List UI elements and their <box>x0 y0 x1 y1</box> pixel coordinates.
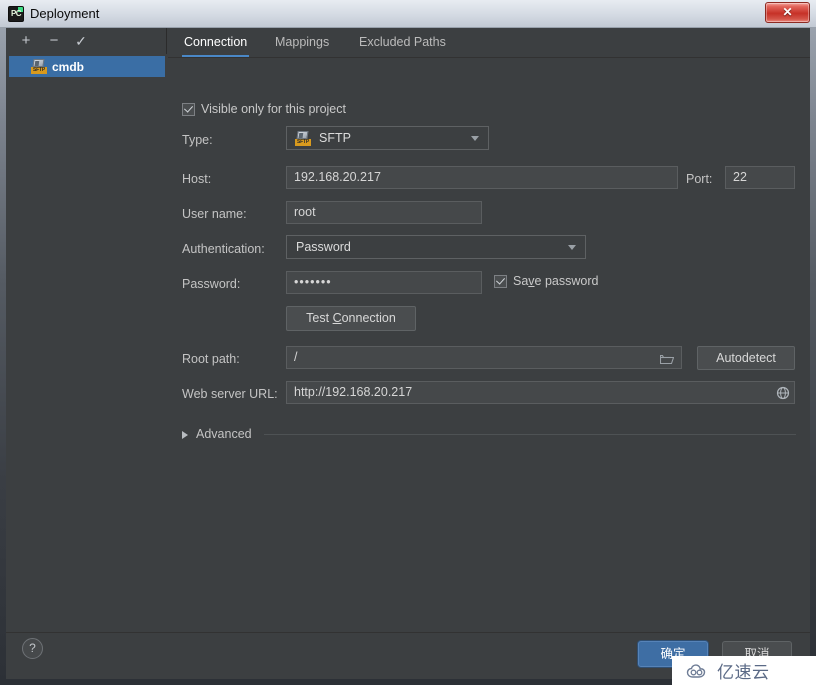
authentication-select[interactable]: Password <box>286 235 586 259</box>
user-name-label: User name: <box>182 207 247 221</box>
sidebar-item-label: cmdb <box>52 59 85 74</box>
port-input[interactable]: 22 <box>725 166 795 189</box>
close-icon: ✕ <box>782 5 793 19</box>
save-password-checkbox[interactable]: Save password <box>494 274 598 288</box>
visible-only-checkbox[interactable]: Visible only for this project <box>182 102 346 116</box>
type-label: Type: <box>182 133 213 147</box>
root-path-input[interactable]: / <box>286 346 682 369</box>
checkbox-check-icon <box>182 102 195 116</box>
watermark-text: 亿速云 <box>717 663 770 682</box>
connection-form: Visible only for this project Type: SFTP… <box>168 58 810 631</box>
visible-only-checkbox-label: Visible only for this project <box>201 102 346 116</box>
tab-connection[interactable]: Connection <box>182 28 250 57</box>
watermark: 亿速云 <box>672 656 816 685</box>
sidebar-item-cmdb[interactable]: SFTP cmdb <box>9 56 165 77</box>
set-default-server-button[interactable]: ✓ <box>70 31 92 51</box>
server-list: SFTP cmdb <box>6 54 167 631</box>
password-input[interactable]: ••••••• <box>286 271 482 294</box>
window-titlebar[interactable]: PC Deployment ✕ <box>0 0 816 28</box>
deployment-dialog: + − ✓ SFTP cmdb Connection Mappings Excl… <box>6 28 810 679</box>
help-button[interactable]: ? <box>22 638 43 659</box>
tab-bar: Connection Mappings Excluded Paths <box>168 28 810 58</box>
port-label: Port: <box>686 172 713 186</box>
authentication-select-value: Password <box>296 240 351 254</box>
type-select[interactable]: SFTP SFTP <box>286 126 489 150</box>
remove-server-button[interactable]: − <box>43 31 65 51</box>
cloud-icon-svg <box>686 663 706 678</box>
sftp-server-icon: SFTP <box>31 59 47 74</box>
password-label: Password: <box>182 277 241 291</box>
add-server-button[interactable]: + <box>15 31 37 51</box>
advanced-section-divider <box>264 434 796 435</box>
sftp-server-icon-monitor <box>32 59 45 67</box>
web-server-url-input[interactable]: http://192.168.20.217 <box>286 381 795 404</box>
sftp-server-icon-monitor <box>296 131 309 139</box>
pycharm-logo-icon: PC <box>8 6 24 22</box>
host-label: Host: <box>182 172 212 186</box>
advanced-section-label: Advanced <box>196 427 252 441</box>
close-button[interactable]: ✕ <box>765 2 810 23</box>
user-name-input[interactable]: root <box>286 201 482 224</box>
save-password-checkbox-label: Save password <box>513 274 599 288</box>
window-title: Deployment <box>30 6 100 21</box>
host-input[interactable]: 192.168.20.217 <box>286 166 678 189</box>
cloud-icon <box>686 663 712 679</box>
checkbox-check-icon <box>494 274 507 288</box>
pycharm-logo-text: PC <box>10 9 22 18</box>
authentication-label: Authentication: <box>182 242 265 256</box>
folder-icon[interactable] <box>659 352 675 365</box>
chevron-down-icon <box>471 136 479 141</box>
main-panel: Connection Mappings Excluded Paths Visib… <box>168 28 810 631</box>
chevron-right-icon[interactable] <box>182 431 188 439</box>
test-connection-button[interactable]: Test Connection <box>286 306 416 331</box>
web-server-url-label: Web server URL: <box>182 387 278 401</box>
sftp-server-icon: SFTP <box>295 131 311 146</box>
globe-icon[interactable] <box>776 386 790 400</box>
tab-excluded-paths[interactable]: Excluded Paths <box>357 28 448 57</box>
autodetect-button[interactable]: Autodetect <box>697 346 795 370</box>
root-path-label: Root path: <box>182 352 240 366</box>
tab-mappings[interactable]: Mappings <box>273 28 331 57</box>
type-select-value: SFTP <box>319 131 351 145</box>
screenshot-root: PC Deployment ✕ + − ✓ SFTP cmdb Connecti… <box>0 0 816 685</box>
servers-sidebar: + − ✓ SFTP cmdb <box>6 28 167 631</box>
sftp-server-icon-badge: SFTP <box>295 139 311 146</box>
folder-icon-svg <box>659 354 675 365</box>
globe-icon-svg <box>776 386 790 400</box>
sidebar-toolbar: + − ✓ <box>6 28 167 54</box>
advanced-section[interactable]: Advanced <box>182 426 796 444</box>
sftp-server-icon-badge: SFTP <box>31 67 47 74</box>
deployment-window: PC Deployment ✕ + − ✓ SFTP cmdb Connecti… <box>0 0 816 685</box>
chevron-down-icon <box>568 245 576 250</box>
